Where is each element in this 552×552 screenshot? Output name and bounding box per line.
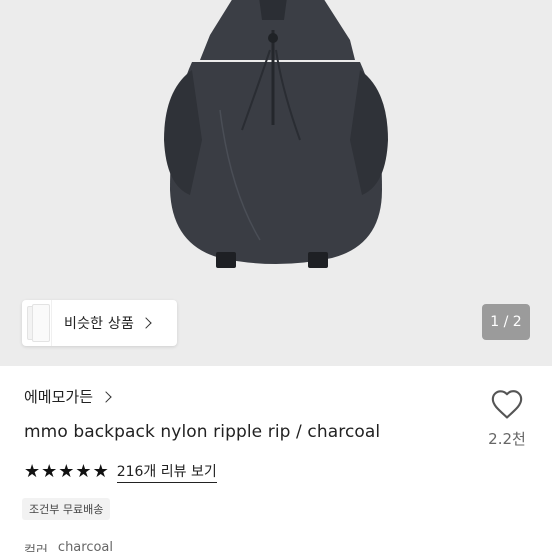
star-icon: ★ xyxy=(58,461,75,482)
product-image-backpack xyxy=(164,0,388,268)
star-icon: ★ xyxy=(24,461,41,482)
option-value: charcoal xyxy=(57,540,114,552)
shipping-badge: 조건부 무료배송 xyxy=(22,498,111,520)
like-button[interactable]: 2.2천 xyxy=(484,388,530,449)
product-title: mmo backpack nylon ripple rip / charcoal xyxy=(24,422,381,442)
product-image-area[interactable]: 비슷한 상품 1 / 2 xyxy=(0,0,552,366)
star-icon: ★ xyxy=(41,461,58,482)
similar-products-thumbnail xyxy=(22,300,52,346)
rating-row: ★ ★ ★ ★ ★ 216개 리뷰 보기 xyxy=(24,461,217,483)
image-pager-indicator: 1 / 2 xyxy=(482,304,530,340)
chevron-right-icon xyxy=(140,317,152,329)
similar-products-label: 비슷한 상품 xyxy=(64,316,135,332)
star-icon: ★ xyxy=(75,461,92,482)
product-info-panel: 에메모가든 mmo backpack nylon ripple rip / ch… xyxy=(0,366,552,552)
similar-products-button[interactable]: 비슷한 상품 xyxy=(22,300,177,346)
store-link[interactable]: 에메모가든 xyxy=(24,386,112,407)
option-row: 컬러 charcoal xyxy=(24,540,113,552)
like-count: 2.2천 xyxy=(488,430,526,448)
chevron-right-icon xyxy=(100,390,112,403)
view-reviews-link[interactable]: 216개 리뷰 보기 xyxy=(116,461,217,483)
store-name: 에메모가든 xyxy=(24,388,94,406)
rating-stars: ★ ★ ★ ★ ★ xyxy=(24,463,109,481)
heart-icon xyxy=(491,390,523,419)
option-label: 컬러 xyxy=(24,544,48,552)
star-icon: ★ xyxy=(92,461,109,482)
